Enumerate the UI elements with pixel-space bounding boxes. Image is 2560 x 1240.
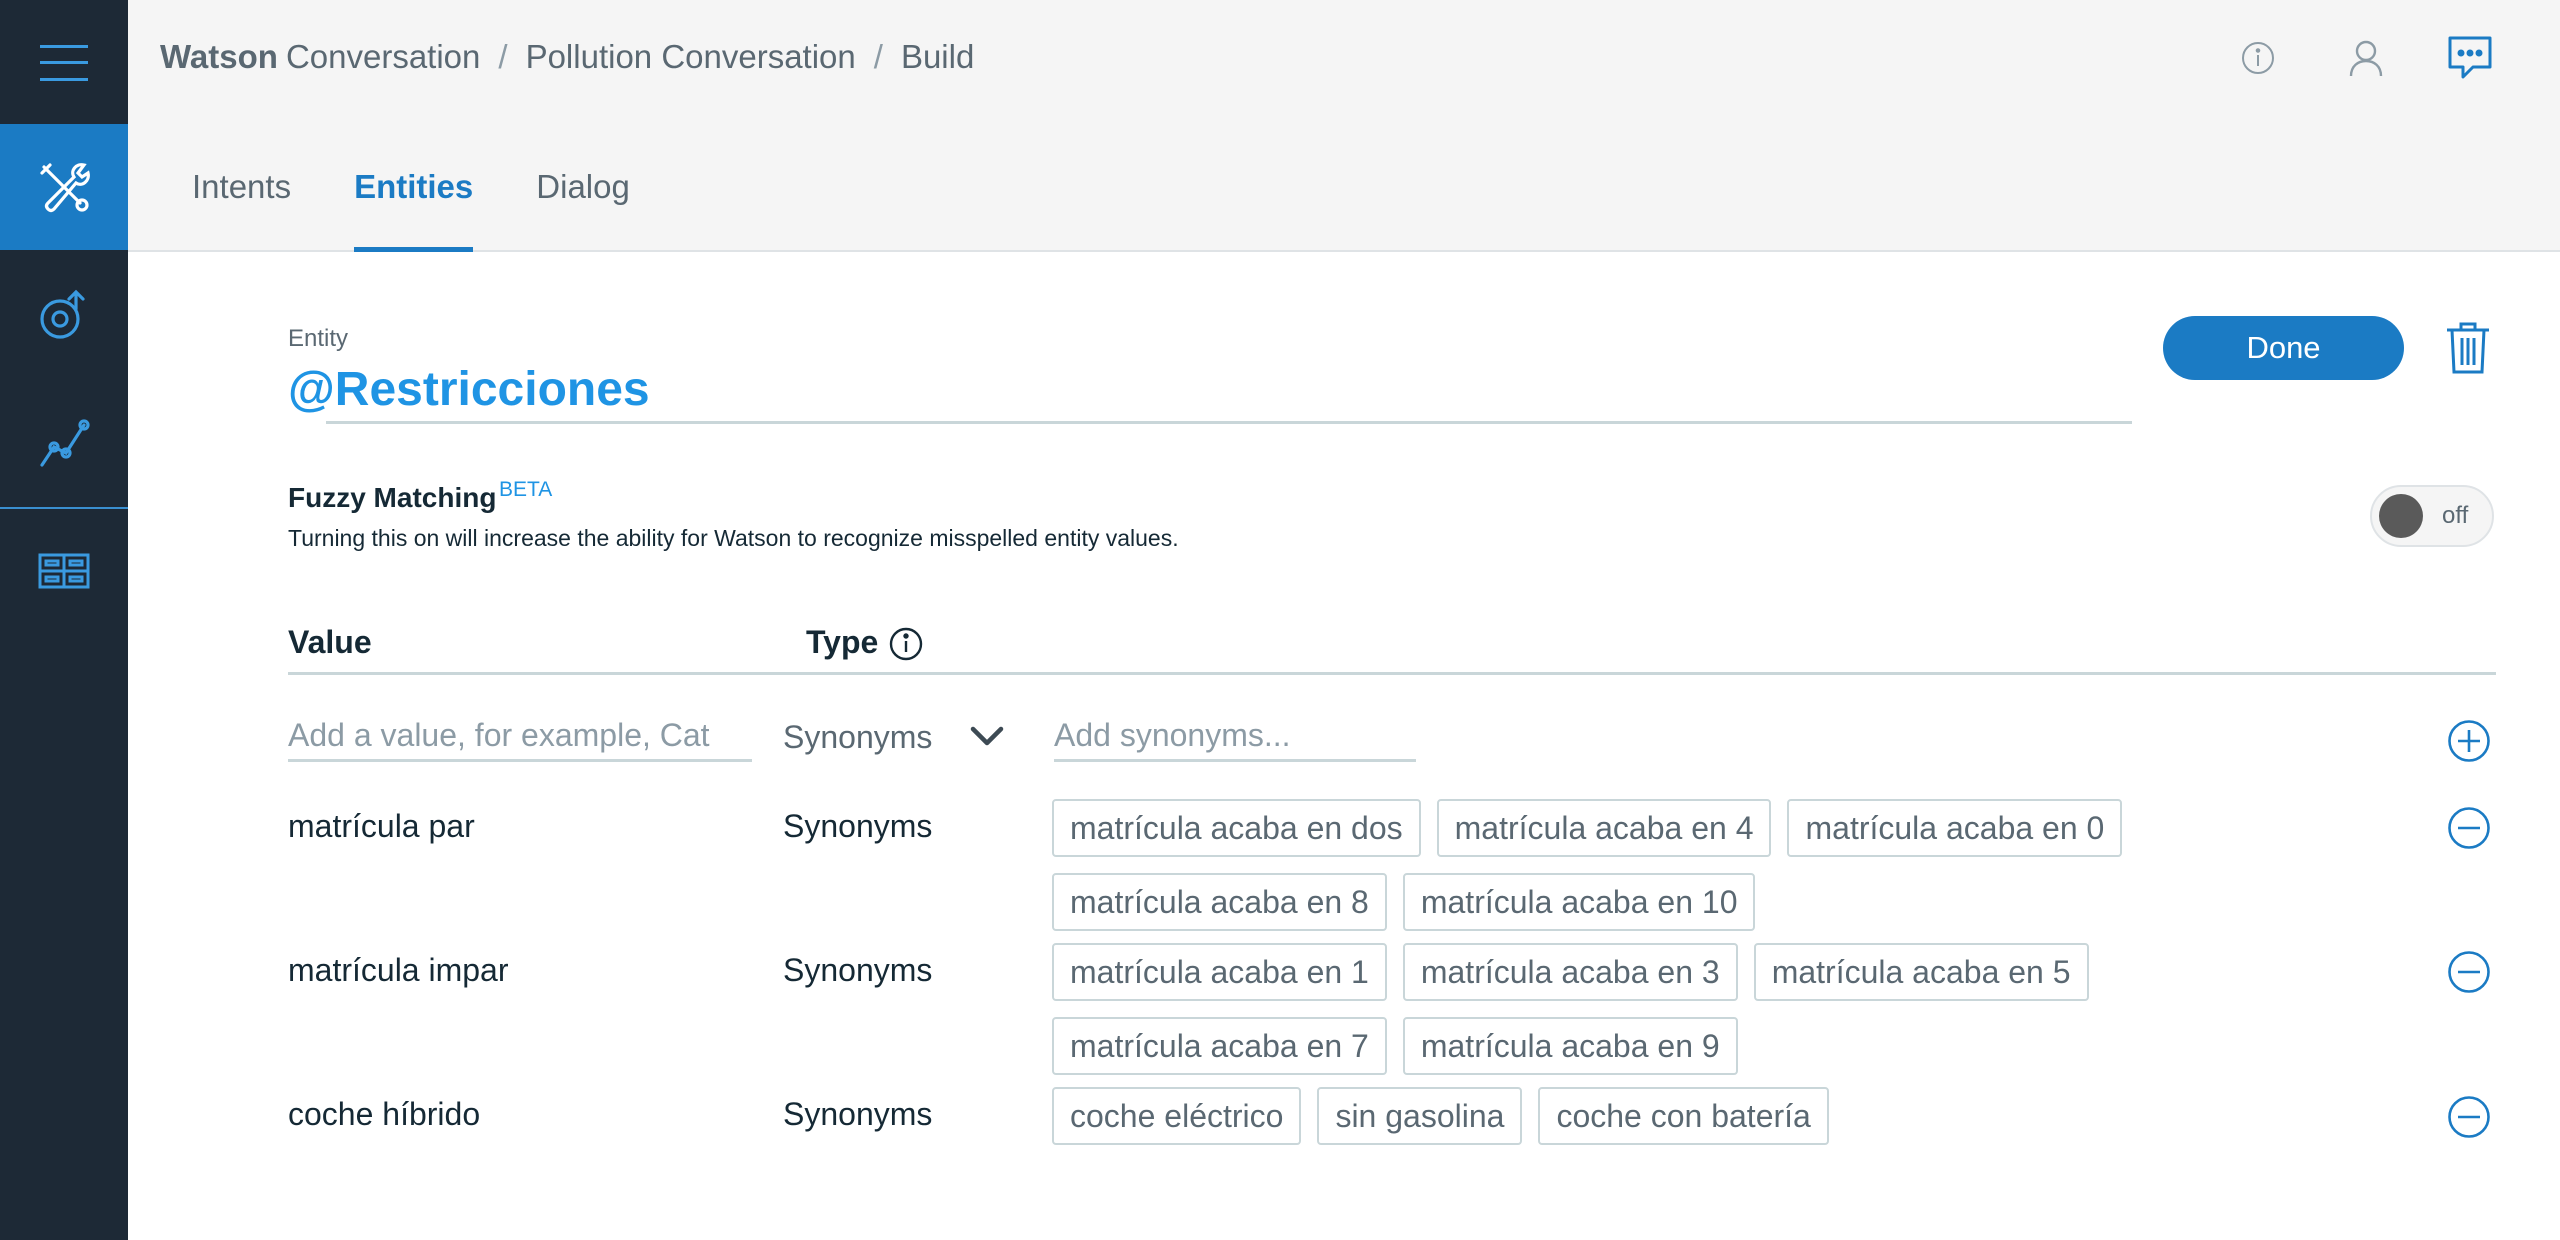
done-button[interactable]: Done [2163,316,2404,380]
analytics-icon [40,419,90,467]
entity-label: Entity [288,325,349,352]
breadcrumb-separator: / [873,38,883,75]
value-cell[interactable]: matrícula par [288,808,475,845]
nav-analytics[interactable] [0,380,128,506]
synonym-chip[interactable]: matrícula acaba en 10 [1402,873,1756,931]
brand-name[interactable]: Watson [160,38,278,76]
toggle-state-label: off [2442,502,2469,529]
synonym-chip[interactable]: coche eléctrico [1052,1087,1302,1145]
fuzzy-matching-title: Fuzzy Matching [288,482,497,513]
synonym-chip[interactable]: matrícula acaba en 1 [1052,943,1387,1001]
nav-workspaces[interactable] [0,508,128,634]
value-column-header: Value [288,624,372,660]
table-header-divider [288,672,2496,675]
synonym-chip[interactable]: matrícula acaba en 8 [1052,873,1387,931]
breadcrumb-workspace[interactable]: Pollution Conversation [526,38,856,76]
breadcrumb-separator: / [498,38,508,75]
synonym-chip[interactable]: matrícula acaba en 9 [1402,1017,1738,1075]
menu-icon [40,45,88,81]
synonym-chip[interactable]: matrícula acaba en 3 [1402,943,1738,1001]
chat-icon [2448,36,2492,79]
info-icon [2242,42,2274,74]
remove-value-button[interactable] [2447,806,2491,850]
breadcrumb-section: Build [900,38,975,75]
tab-intents[interactable]: Intents [192,150,291,252]
tab-dialog[interactable]: Dialog [536,150,630,252]
user-icon [2349,40,2383,77]
synonym-chip[interactable]: matrícula acaba en 0 [1787,799,2123,857]
type-cell: Synonyms [783,1096,933,1132]
entity-name-field[interactable]: @Restricciones [288,362,650,417]
synonym-chip[interactable]: matrícula acaba en dos [1052,799,1421,857]
synonym-list: matrícula acaba en 1 matrícula acaba en … [1052,943,2412,1075]
top-header: Watson Conversation / Pollution Conversa… [128,0,2560,252]
synonym-list: matrícula acaba en dos matrícula acaba e… [1052,799,2412,931]
type-column-header: Type [806,624,879,660]
synonym-chip[interactable]: coche con batería [1538,1087,1829,1145]
chat-button[interactable] [2442,30,2498,86]
toggle-knob [2379,494,2423,538]
improve-icon [40,289,85,339]
synonym-chip[interactable]: matrícula acaba en 5 [1753,943,2089,1001]
add-value-button[interactable] [2447,719,2491,763]
trash-icon [2447,322,2489,374]
value-cell[interactable]: matrícula impar [288,952,509,989]
type-cell: Synonyms [783,808,933,844]
build-tools-icon [40,163,90,213]
remove-value-button[interactable] [2447,1095,2491,1139]
synonym-chip[interactable]: matrícula acaba en 4 [1436,799,1772,857]
nav-improve[interactable] [0,252,128,378]
remove-value-button[interactable] [2447,950,2491,994]
beta-badge: BETA [499,478,553,501]
workspaces-icon [38,553,90,589]
synonym-list: coche eléctrico sin gasolina coche con b… [1052,1087,2412,1145]
menu-button[interactable] [0,0,128,126]
left-nav-rail [0,0,128,1240]
synonym-chip[interactable]: matrícula acaba en 7 [1052,1017,1387,1075]
info-icon [889,627,923,661]
synonym-chip[interactable]: sin gasolina [1317,1087,1523,1145]
brand-product[interactable]: Conversation [286,38,480,76]
tab-entities[interactable]: Entities [354,150,474,252]
chevron-down-icon[interactable] [968,722,1006,750]
new-value-input[interactable] [288,712,752,762]
breadcrumb: Watson Conversation / Pollution Conversa… [160,38,974,76]
type-info-button[interactable] [888,626,924,662]
delete-entity-button[interactable] [2444,318,2492,378]
info-button[interactable] [2230,30,2286,86]
type-cell: Synonyms [783,952,933,988]
user-button[interactable] [2338,30,2394,86]
fuzzy-matching-toggle[interactable]: off [2370,485,2494,547]
nav-build[interactable] [0,124,128,250]
entity-name-underline [326,421,2132,424]
fuzzy-matching-description: Turning this on will increase the abilit… [288,525,1179,551]
new-synonyms-input[interactable] [1054,712,1416,762]
new-type-value: Synonyms [783,718,933,755]
section-tabs: Intents Entities Dialog [192,150,693,252]
value-cell[interactable]: coche híbrido [288,1096,480,1133]
